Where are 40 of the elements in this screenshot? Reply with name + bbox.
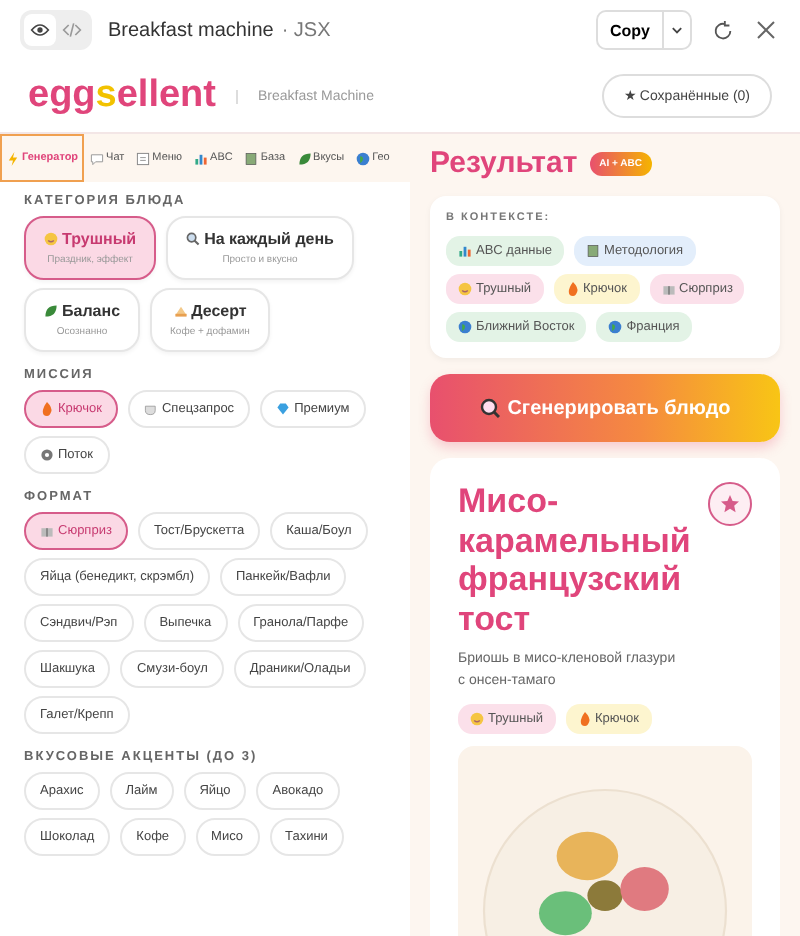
chart-icon xyxy=(458,244,472,258)
leaf-icon xyxy=(44,304,58,318)
preview-toggle[interactable] xyxy=(24,14,56,46)
flame-icon xyxy=(40,402,54,416)
chart-icon xyxy=(194,151,209,165)
flame-icon xyxy=(577,712,592,727)
flame-icon xyxy=(565,282,580,296)
document-title: Breakfast machine xyxy=(108,19,274,41)
list-icon xyxy=(136,151,151,165)
gem-icon xyxy=(276,402,291,416)
dish-title: Мисо-карамельный французский тост xyxy=(458,482,693,639)
eye-icon xyxy=(30,20,50,40)
caret-icon xyxy=(670,23,684,37)
search-icon xyxy=(186,232,201,246)
close-button[interactable] xyxy=(752,16,780,44)
document-type: · JSX xyxy=(281,19,331,41)
logo: eggsellent xyxy=(28,74,216,118)
globe-icon xyxy=(458,320,472,334)
globe-icon xyxy=(608,320,623,334)
cake-icon xyxy=(173,304,188,318)
category-label: Десерт xyxy=(173,302,247,320)
star-icon xyxy=(720,494,740,514)
close-icon xyxy=(756,20,776,40)
smiley-icon xyxy=(44,232,58,246)
leaf-icon xyxy=(297,151,312,165)
smiley-icon xyxy=(458,282,472,296)
result-title: Результат xyxy=(430,146,578,180)
code-icon xyxy=(62,20,82,40)
save-star-button[interactable] xyxy=(708,482,752,526)
category-label: Баланс xyxy=(44,302,121,320)
refresh-icon xyxy=(711,19,733,41)
gear-icon xyxy=(40,448,54,462)
search-icon xyxy=(479,398,500,418)
category-label: Трушный xyxy=(44,230,137,248)
globe-icon xyxy=(356,151,371,165)
chat-bubble-icon xyxy=(90,151,105,165)
category-label: На каждый день xyxy=(186,230,334,248)
cup-icon xyxy=(143,402,158,416)
lightning-icon xyxy=(6,151,20,165)
smiley-icon xyxy=(470,712,484,727)
